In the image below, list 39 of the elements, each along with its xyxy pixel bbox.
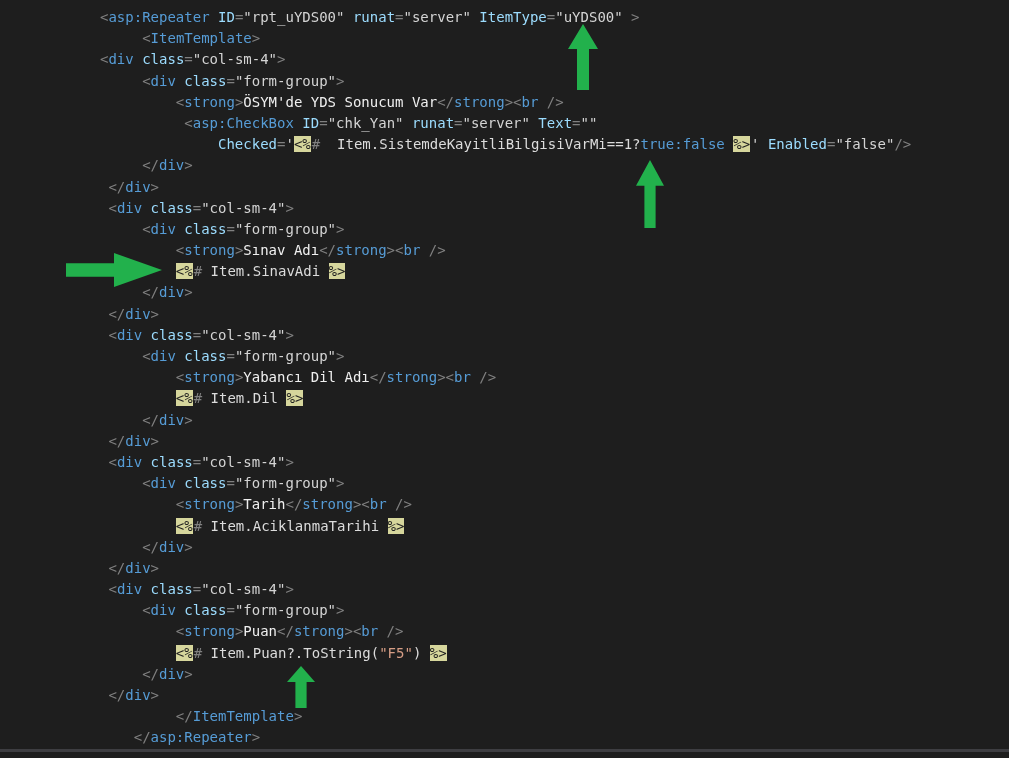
code-line: <div class="form-group"> bbox=[142, 601, 345, 621]
code-line: </div> bbox=[108, 686, 160, 705]
code-line: <asp:CheckBox ID="chk_Yan" runat="server" Text="" bbox=[184, 113, 598, 134]
code-line: <div class="form-group"> bbox=[142, 474, 345, 494]
code-line: <div class="col-sm-4"> bbox=[100, 50, 286, 70]
code-line: </div> bbox=[108, 558, 160, 578]
code-line: <div class="col-sm-4"> bbox=[108, 325, 294, 345]
code-line: </div> bbox=[142, 664, 193, 684]
code-line: <%# Item.Dil %> bbox=[175, 389, 305, 409]
code-line: </asp:Repeater> bbox=[133, 728, 261, 748]
code-line: <div class="col-sm-4"> bbox=[108, 452, 294, 472]
code-line: <strong>Puan</strong><br /> bbox=[175, 622, 404, 642]
code-line: <%# Item.AciklanmaTarihi %> bbox=[175, 516, 406, 536]
code-line: </div> bbox=[142, 156, 193, 176]
arrow-icon bbox=[636, 160, 664, 228]
code-line: <div class="col-sm-4"> bbox=[108, 198, 294, 218]
arrow-icon bbox=[287, 666, 315, 708]
code-line: </div> bbox=[108, 304, 160, 324]
code-line: </div> bbox=[108, 431, 160, 451]
code-line: <div class="form-group"> bbox=[142, 71, 345, 91]
code-line: </div> bbox=[108, 177, 160, 197]
code-line: <ItemTemplate> bbox=[142, 29, 261, 49]
arrow-icon bbox=[66, 253, 162, 287]
code-line: <div class="col-sm-4"> bbox=[108, 580, 294, 600]
code-line: </ItemTemplate> bbox=[175, 707, 303, 727]
code-line: </div> bbox=[142, 537, 193, 557]
code-line: Checked='<%# Item.SistemdeKayitliBilgisiVarMi==1?true:false %>' Enabled="false"/> bbox=[218, 135, 912, 155]
arrow-icon bbox=[568, 24, 598, 90]
code-line: <strong>Yabancı Dil Adı</strong><br /> bbox=[175, 368, 497, 388]
code-line: </div> bbox=[142, 283, 193, 303]
code-line: <strong>Tarih</strong><br /> bbox=[175, 495, 412, 515]
code-line: <strong>Sınav Adı</strong><br /> bbox=[175, 241, 446, 261]
code-line: <asp:Repeater ID="rpt_uYDS00" runat="server" ItemType="uYDS00" > bbox=[100, 8, 640, 28]
code-line: <div class="form-group"> bbox=[142, 219, 345, 239]
code-line: </div> bbox=[142, 410, 193, 430]
code-line: <%# Item.SinavAdi %> bbox=[175, 262, 347, 282]
code-line: <%# Item.Puan?.ToString("F5") %> bbox=[175, 643, 448, 663]
code-line: <strong>ÖSYM'de YDS Sonucum Var</strong><br /> bbox=[175, 92, 564, 112]
code-line: <div class="form-group"> bbox=[142, 347, 345, 366]
